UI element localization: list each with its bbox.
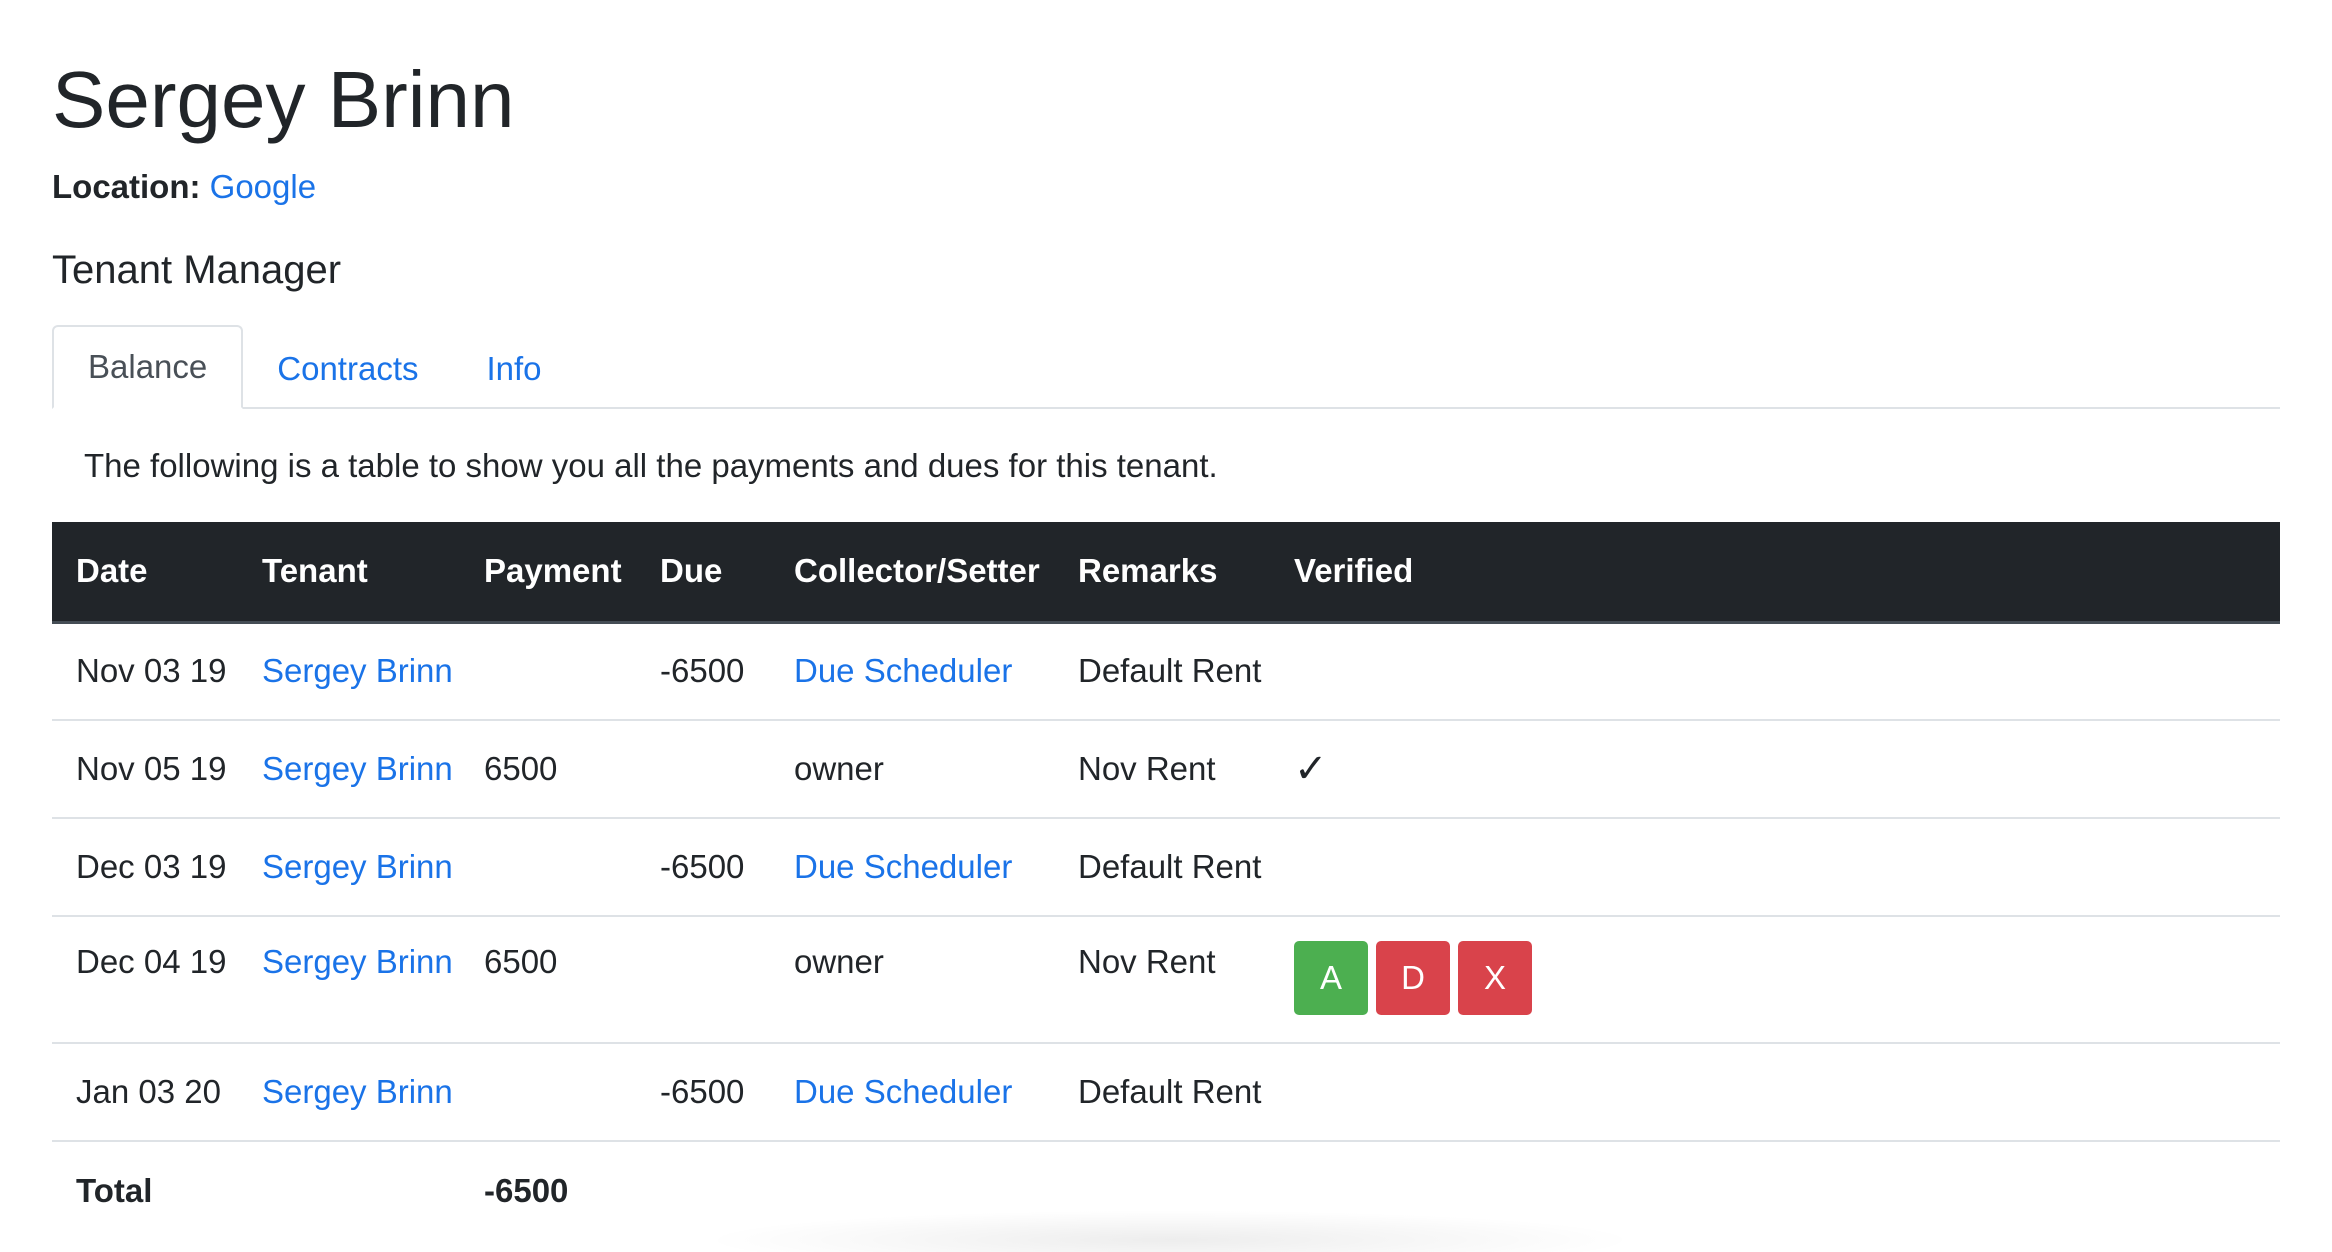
balance-table: Date Tenant Payment Due Collector/Setter… bbox=[52, 522, 2280, 1239]
table-row: Jan 03 20 Sergey Brinn -6500 Due Schedul… bbox=[52, 1042, 2280, 1141]
column-header-collector: Collector/Setter bbox=[770, 522, 1054, 624]
column-header-due: Due bbox=[636, 522, 770, 624]
cell-date: Jan 03 20 bbox=[52, 1042, 238, 1141]
cell-verified bbox=[1270, 622, 2280, 720]
cell-due: -6500 bbox=[636, 817, 770, 916]
location-link[interactable]: Google bbox=[210, 168, 316, 205]
cell-remarks: Nov Rent bbox=[1054, 719, 1270, 818]
tenant-link[interactable]: Sergey Brinn bbox=[262, 750, 453, 787]
tab-info[interactable]: Info bbox=[452, 329, 575, 409]
cell-due bbox=[636, 719, 770, 818]
cell-payment bbox=[460, 817, 636, 916]
table-row: Dec 04 19 Sergey Brinn 6500 owner Nov Re… bbox=[52, 915, 2280, 1043]
cell-payment: 6500 bbox=[460, 915, 636, 1043]
tab-balance[interactable]: Balance bbox=[52, 325, 244, 409]
checkmark-icon: ✓ bbox=[1294, 746, 1328, 791]
tenant-name: Sergey Brinn bbox=[52, 55, 515, 144]
tab-bar: Balance Contracts Info bbox=[52, 325, 2280, 409]
cell-verified bbox=[1270, 817, 2280, 916]
column-header-tenant: Tenant bbox=[238, 522, 460, 624]
section-title: Tenant Manager bbox=[52, 248, 342, 292]
cell-payment bbox=[460, 1042, 636, 1141]
cell-remarks: Default Rent bbox=[1054, 817, 1270, 916]
delete-button[interactable]: X bbox=[1458, 941, 1532, 1015]
cell-date: Nov 03 19 bbox=[76, 652, 227, 690]
page: Sergey Brinn Location: Google Tenant Man… bbox=[0, 0, 2332, 1252]
tab-contracts[interactable]: Contracts bbox=[243, 329, 452, 409]
total-label: Total bbox=[52, 1140, 238, 1239]
collector-link[interactable]: Due Scheduler bbox=[794, 652, 1012, 689]
collector-link[interactable]: Due Scheduler bbox=[794, 848, 1012, 885]
location-label: Location: bbox=[52, 168, 201, 205]
tenant-link[interactable]: Sergey Brinn bbox=[262, 652, 453, 689]
cell-due bbox=[636, 915, 770, 1043]
total-value: -6500 bbox=[460, 1140, 636, 1239]
column-header-verified: Verified bbox=[1270, 522, 2280, 624]
total-row: Total -6500 bbox=[52, 1140, 2280, 1239]
cell-due: -6500 bbox=[660, 652, 745, 690]
tenant-link[interactable]: Sergey Brinn bbox=[262, 943, 453, 980]
collector-link[interactable]: Due Scheduler bbox=[794, 1073, 1012, 1110]
location-line: Location: Google bbox=[52, 167, 316, 207]
cell-remarks: Default Rent bbox=[1054, 1042, 1270, 1141]
table-row: Nov 05 19 Sergey Brinn 6500 owner Nov Re… bbox=[52, 719, 2280, 818]
cell-date: Dec 04 19 bbox=[52, 915, 238, 1043]
table-header-row: Date Tenant Payment Due Collector/Setter… bbox=[52, 522, 2280, 624]
column-header-payment: Payment bbox=[460, 522, 636, 624]
table-row: Nov 03 19 Sergey Brinn -6500 Due Schedul… bbox=[52, 622, 2280, 720]
column-header-date: Date bbox=[52, 522, 238, 624]
cell-payment: 6500 bbox=[460, 719, 636, 818]
cell-due: -6500 bbox=[636, 1042, 770, 1141]
cell-remarks: Nov Rent bbox=[1054, 915, 1270, 1043]
approve-button[interactable]: A bbox=[1294, 941, 1368, 1015]
cell-collector: owner bbox=[770, 915, 1054, 1043]
table-row: Dec 03 19 Sergey Brinn -6500 Due Schedul… bbox=[52, 817, 2280, 916]
tenant-link[interactable]: Sergey Brinn bbox=[262, 848, 453, 885]
column-header-remarks: Remarks bbox=[1054, 522, 1270, 624]
decline-button[interactable]: D bbox=[1376, 941, 1450, 1015]
cell-remarks: Default Rent bbox=[1078, 652, 1262, 690]
tenant-link[interactable]: Sergey Brinn bbox=[262, 1073, 453, 1110]
cell-verified bbox=[1270, 1042, 2280, 1141]
cell-verified-actions: ADX bbox=[1270, 915, 2280, 1043]
cell-date: Nov 05 19 bbox=[52, 719, 238, 818]
cell-payment bbox=[460, 622, 636, 720]
cell-collector: owner bbox=[770, 719, 1054, 818]
table-description: The following is a table to show you all… bbox=[84, 447, 1218, 484]
cell-date: Dec 03 19 bbox=[52, 817, 238, 916]
